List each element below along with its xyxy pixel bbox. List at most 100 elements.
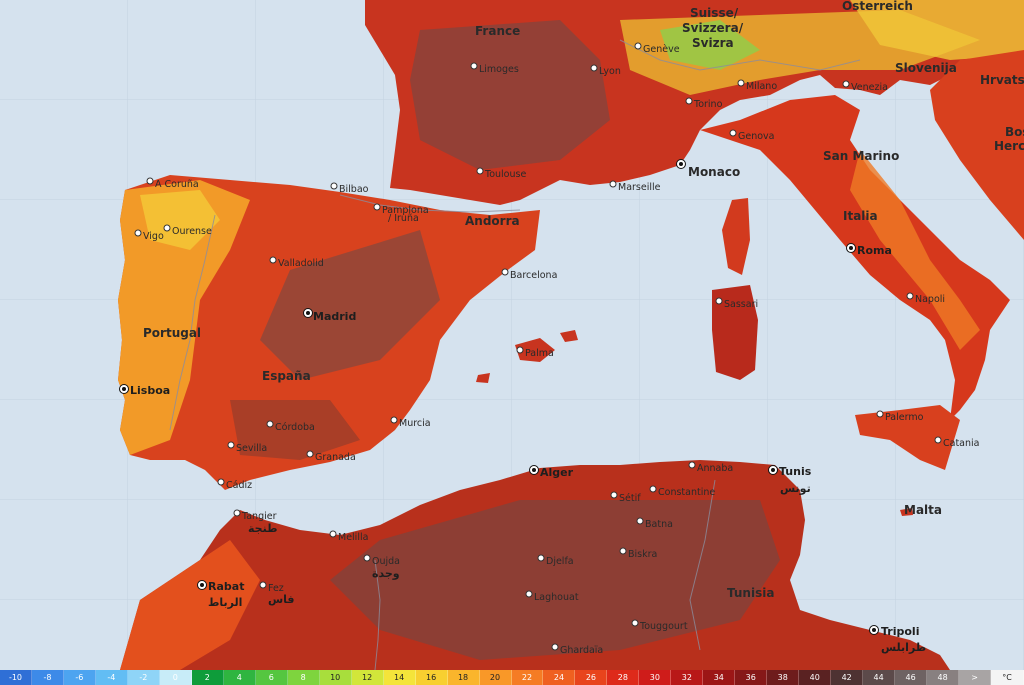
capital-label: Tripoli	[881, 625, 920, 638]
arabic-label: الرباط	[208, 596, 243, 609]
city-label: A Coruña	[155, 179, 199, 190]
legend-swatch: 18	[447, 670, 480, 685]
legend-swatch: 48	[927, 670, 960, 685]
legend-swatch: >	[959, 670, 992, 685]
country-label: Österreich	[842, 0, 913, 13]
capital-marker	[768, 465, 778, 475]
city-label: Ourense	[172, 226, 212, 237]
country-label: Svizzera/	[682, 21, 744, 35]
city-marker	[842, 80, 850, 88]
legend-swatch: -4	[95, 670, 128, 685]
city-label: Valladolid	[278, 258, 324, 269]
country-label: Herceg	[994, 139, 1024, 153]
country-label: Hrvatska	[980, 73, 1024, 87]
legend-swatch: 40	[799, 670, 832, 685]
legend-swatch: 46	[895, 670, 928, 685]
city-label: Djelfa	[546, 556, 574, 567]
city-label: Palma	[525, 348, 554, 359]
capital-marker	[846, 243, 856, 253]
capital-label: Roma	[857, 244, 892, 257]
city-label: Sevilla	[236, 443, 268, 454]
capital-label: Madrid	[313, 310, 357, 323]
city-marker	[685, 97, 693, 105]
city-label: Marseille	[618, 182, 661, 193]
arabic-label: طنجة	[248, 522, 278, 535]
city-marker	[373, 203, 381, 211]
city-label: Fez	[268, 583, 284, 594]
city-label: / Iruña	[388, 213, 419, 224]
city-label: Barcelona	[510, 270, 558, 281]
capital-marker	[197, 580, 207, 590]
city-marker	[233, 509, 241, 517]
city-marker	[537, 554, 545, 562]
legend-swatch: 24	[543, 670, 576, 685]
city-marker	[636, 517, 644, 525]
city-marker	[217, 478, 225, 486]
city-label: Oujda	[372, 556, 400, 567]
legend-swatch: 26	[575, 670, 608, 685]
country-label: Malta	[904, 503, 942, 517]
city-marker	[269, 256, 277, 264]
country-label: España	[262, 369, 311, 383]
country-label: Suisse/	[690, 6, 739, 20]
city-marker	[266, 420, 274, 428]
legend-swatch: 8	[287, 670, 320, 685]
city-label: Biskra	[628, 549, 658, 560]
legend-swatch: 28	[607, 670, 640, 685]
city-label: Murcia	[399, 418, 431, 429]
city-label: Genève	[643, 44, 680, 55]
legend-swatch: 6	[255, 670, 288, 685]
country-label: France	[475, 24, 521, 38]
legend-swatch: 42	[831, 670, 864, 685]
capital-label: Tunis	[779, 465, 812, 478]
city-label: Sétif	[619, 493, 641, 504]
city-marker	[525, 590, 533, 598]
city-label: Bilbao	[339, 184, 369, 195]
city-label: Vigo	[143, 231, 164, 242]
capital-label: Lisboa	[130, 384, 171, 397]
city-label: Toulouse	[485, 169, 527, 180]
city-label: Annaba	[697, 463, 734, 474]
city-label: Venezia	[851, 82, 888, 93]
legend-swatch: 22	[511, 670, 544, 685]
legend-swatch: 14	[383, 670, 416, 685]
capital-label: Alger	[540, 466, 574, 479]
capital-marker	[676, 159, 686, 169]
city-marker	[501, 268, 509, 276]
city-label: Lyon	[599, 66, 621, 77]
legend-swatch: 32	[671, 670, 704, 685]
city-marker	[259, 581, 267, 589]
city-marker	[634, 42, 642, 50]
city-marker	[146, 177, 154, 185]
map-labels: France Suisse/Svizzera/Svizra Österreich Sl…	[0, 0, 1024, 670]
capital-marker	[303, 308, 313, 318]
capital-marker	[529, 465, 539, 475]
arabic-label: طرابلس	[881, 641, 927, 654]
country-label: Italia	[843, 209, 878, 223]
city-label: Ghardaïa	[560, 645, 604, 656]
country-label: Bosna i	[1005, 125, 1024, 139]
city-marker	[610, 491, 618, 499]
capital-marker	[119, 384, 129, 394]
city-marker	[227, 441, 235, 449]
city-label: Genova	[738, 131, 775, 142]
city-label: Touggourt	[640, 621, 688, 632]
city-marker	[363, 554, 371, 562]
legend-swatch: 30	[639, 670, 672, 685]
legend-swatch: -2	[127, 670, 160, 685]
legend-swatch: 34	[703, 670, 736, 685]
city-marker	[688, 461, 696, 469]
city-marker	[476, 167, 484, 175]
legend-swatch: 38	[767, 670, 800, 685]
legend-swatch: 16	[415, 670, 448, 685]
city-marker	[516, 346, 524, 354]
capital-label: Rabat	[208, 580, 245, 593]
arabic-label: تونس	[780, 482, 811, 495]
legend-swatch: 0	[159, 670, 192, 685]
legend-swatch: 2	[191, 670, 224, 685]
city-marker	[631, 619, 639, 627]
city-marker	[715, 297, 723, 305]
legend-swatch: 20	[479, 670, 512, 685]
legend-swatch: 10	[319, 670, 352, 685]
city-marker	[551, 643, 559, 651]
